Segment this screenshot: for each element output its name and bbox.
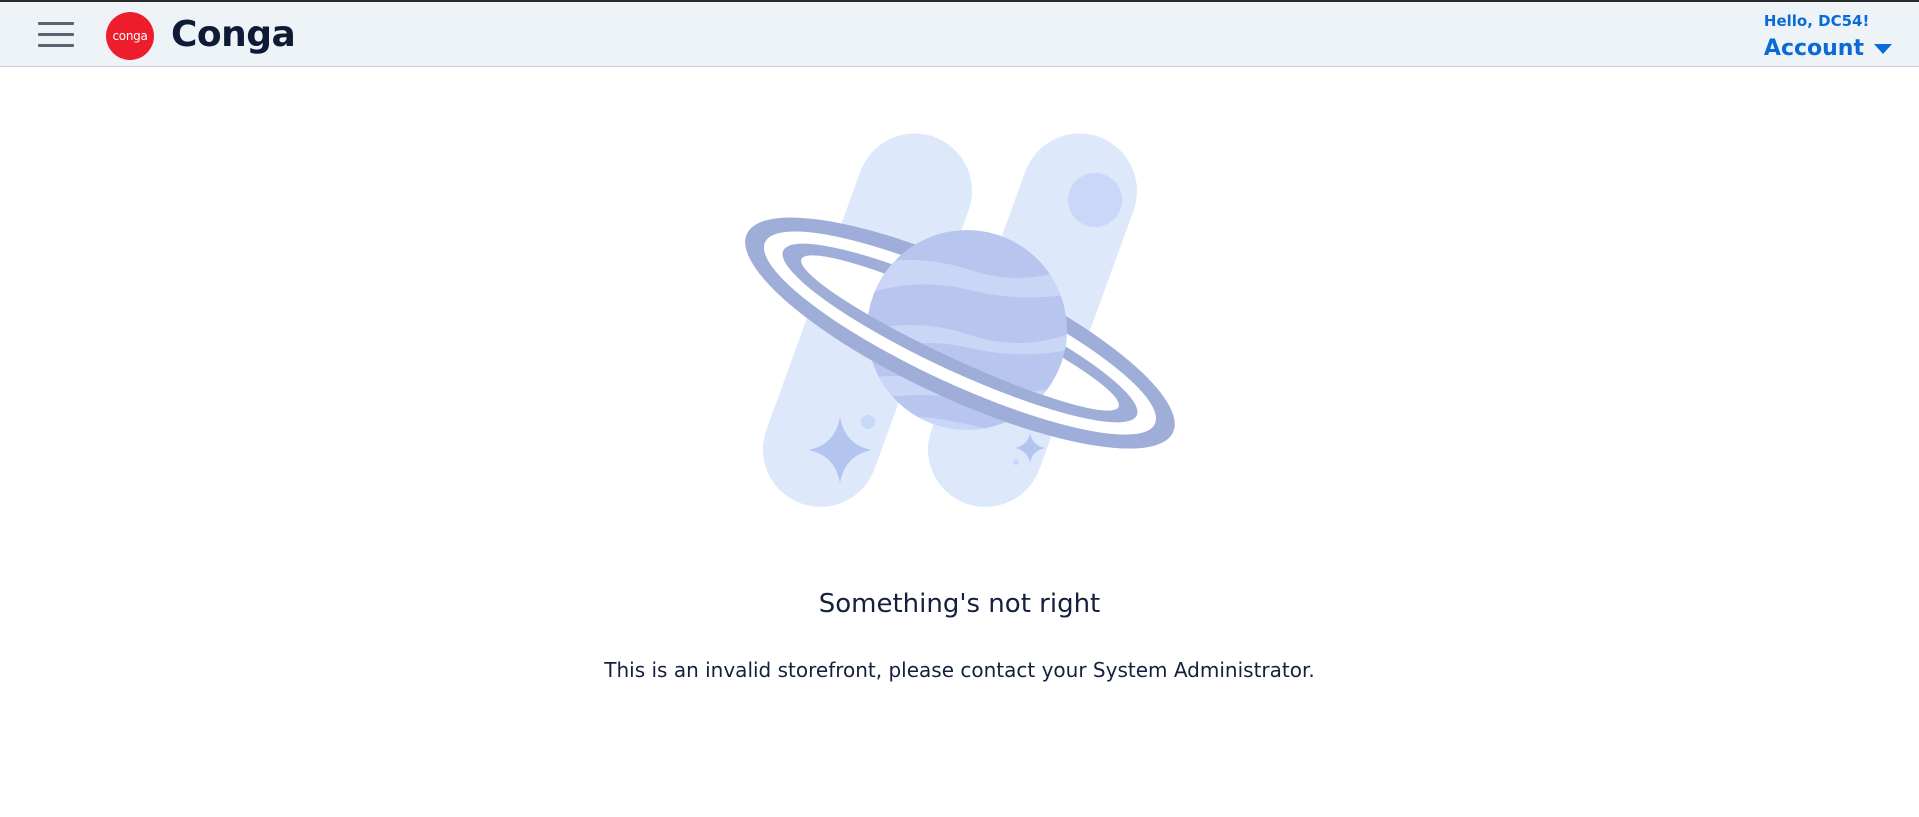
planet-with-rings-illustration [745, 133, 1175, 507]
brand-name[interactable]: Conga [171, 13, 296, 57]
error-title: Something's not right [818, 589, 1101, 619]
error-message: This is an invalid storefront, please co… [604, 658, 1315, 682]
conga-logo-badge[interactable]: conga [106, 12, 154, 60]
account-dropdown-button[interactable]: Account [1764, 37, 1892, 61]
account-label: Account [1763, 36, 1864, 61]
logo-badge-text: conga [112, 29, 148, 43]
user-greeting: Hello, DC54! [1763, 12, 1870, 30]
hamburger-menu-icon[interactable] [38, 20, 74, 50]
decorative-dot [861, 415, 875, 429]
caret-down-icon [1874, 44, 1892, 54]
decorative-circle [1068, 173, 1122, 227]
decorative-dot [1013, 459, 1019, 465]
account-area: Hello, DC54! Account [1764, 11, 1892, 61]
top-navigation-bar: conga Conga Hello, DC54! Account [0, 0, 1919, 67]
